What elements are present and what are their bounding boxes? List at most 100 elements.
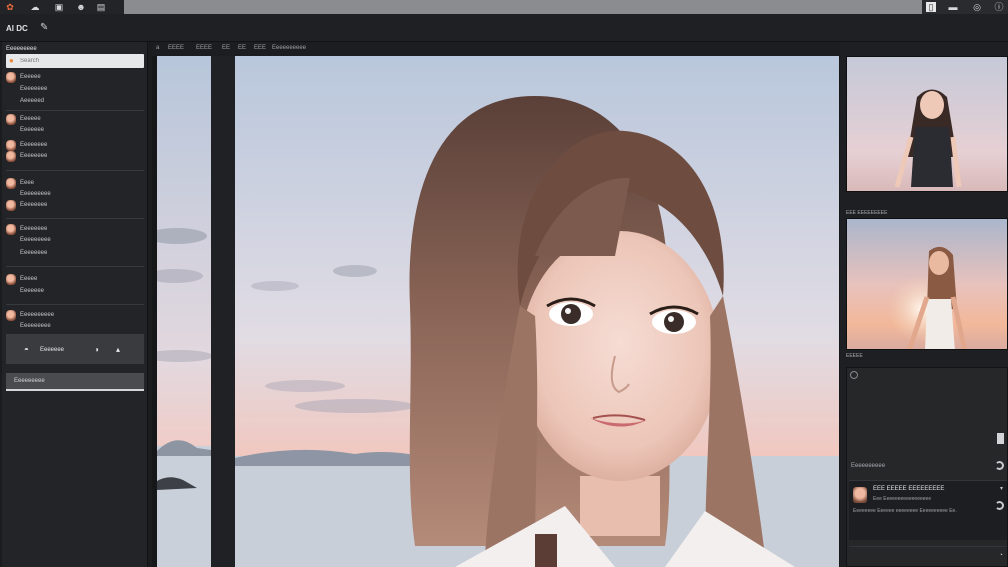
thumbnail: [6, 72, 16, 83]
list-item-label: Eeeeeee: [20, 127, 45, 133]
list-item[interactable]: Eeeeeeee: [6, 84, 144, 95]
filmstrip-preview[interactable]: [157, 56, 211, 567]
list-item[interactable]: Eeeeeeee: [6, 151, 144, 162]
list-item-label: Eeeeeeee: [20, 250, 48, 256]
preview-thumbnail-1[interactable]: [846, 56, 1008, 192]
breadcrumb-item[interactable]: EEE: [254, 45, 266, 51]
list-item[interactable]: Eeeeeeee: [6, 140, 144, 151]
list-item[interactable]: Eeee: [6, 178, 144, 189]
list-item[interactable]: Eeeeeeeee: [6, 235, 144, 246]
top-right-cluster: ▯ ▬ ◎ ⓘ: [922, 0, 1008, 14]
main-toolbar: Al DC ✎: [0, 14, 1008, 42]
people-icon[interactable]: ☻: [76, 2, 86, 12]
toggle-switch[interactable]: [997, 433, 1004, 444]
divider: [6, 266, 144, 267]
app-logo-icon[interactable]: ✿: [5, 2, 15, 12]
panel-footer: ◔: [849, 546, 1007, 564]
search-icon: ●: [9, 56, 14, 65]
list-item[interactable]: Eeeeee: [6, 72, 144, 83]
caption-2: EEEEE: [846, 353, 863, 359]
progress-label: Eeeeeeeeee: [851, 463, 886, 469]
list-item-label: Eeeeeeeeee: [20, 312, 55, 318]
divider: [6, 218, 144, 219]
title-bar: ✿ ☁ ▣ ☻ ▤ ▯ ▬ ◎ ⓘ: [0, 0, 1008, 14]
info-icon[interactable]: ⓘ: [994, 2, 1004, 12]
list-item-label: Eeeeee: [20, 116, 41, 122]
breadcrumb-item[interactable]: EE: [222, 45, 230, 51]
chat-icon[interactable]: ▬: [948, 2, 958, 12]
dial-icon[interactable]: [850, 371, 858, 379]
list-item-label: Eeeeeeee: [20, 226, 48, 232]
list-item-label: Aeeeeed: [20, 98, 45, 104]
loading-spinner-icon: [995, 501, 1004, 510]
list-item[interactable]: Aeeeeed: [6, 96, 144, 107]
breadcrumb-item[interactable]: EE: [238, 45, 246, 51]
list-item-label: Eeeeeeeee: [20, 237, 51, 243]
image-icon[interactable]: ▤: [96, 2, 106, 12]
panel-divider[interactable]: [211, 56, 235, 567]
eye-icon[interactable]: ◓: [24, 345, 29, 354]
sunset-figure-image: [847, 219, 1007, 349]
mask-icon[interactable]: ◑: [94, 345, 99, 354]
list-item[interactable]: Eeeeeee: [6, 125, 144, 136]
thumbnail: [6, 274, 16, 285]
chevron-down-icon[interactable]: ▾: [1000, 485, 1003, 492]
generation-card[interactable]: EEE EEEEE EEEEEEEEE Eee Eeeeeeeeeeeeeeee…: [849, 480, 1007, 540]
list-item[interactable]: Eeeeeee: [6, 286, 144, 297]
top-tab-strip: ✿ ☁ ▣ ☻ ▤: [0, 0, 124, 14]
main-image[interactable]: [235, 56, 839, 567]
divider: [6, 110, 144, 111]
left-panel: Eeeeeeeee ● Eeeeee Eeeeeeee Aeeeeed Eeee…: [2, 42, 148, 567]
card-subtitle: Eee Eeeeeeeeeeeeeeeee: [873, 496, 932, 502]
list-item-label: Eeeeeeee: [20, 86, 48, 92]
list-item-label: Eeeeeeee: [20, 142, 48, 148]
comment-icon[interactable]: ◔: [999, 552, 1003, 559]
list-item[interactable]: Eeeeeeeee: [6, 189, 144, 200]
list-item[interactable]: Eeeeee: [6, 114, 144, 125]
document-icon[interactable]: ▯: [926, 2, 936, 12]
divider: [6, 170, 144, 171]
list-item-label: Eeee: [20, 180, 35, 186]
list-item-label: Eeeeeee: [20, 288, 45, 294]
landscape-thumbnail: [157, 56, 211, 567]
avatar: [853, 487, 867, 503]
app-label: Al DC: [6, 24, 28, 33]
list-item[interactable]: Eeeeeeee: [6, 200, 144, 211]
caption-1: EEE EEEEEEEEE: [846, 210, 888, 216]
thumbnail: [6, 114, 16, 125]
caret-icon[interactable]: ▴: [116, 345, 120, 354]
list-item[interactable]: Eeeeeeeeee: [6, 310, 144, 321]
search-input[interactable]: [20, 55, 140, 67]
breadcrumb-item[interactable]: a: [156, 45, 159, 51]
card-title: EEE EEEEE EEEEEEEEE: [873, 486, 945, 492]
selected-list-item[interactable]: Eeeeeeeee: [6, 373, 144, 391]
divider: [6, 304, 144, 305]
preview-thumbnail-2[interactable]: [846, 218, 1008, 350]
list-item[interactable]: Eeeeeeee: [6, 248, 144, 259]
breadcrumb-item[interactable]: EEEE: [196, 45, 212, 51]
list-item-label: Eeeeeeee: [20, 153, 48, 159]
cloud-icon[interactable]: ☁: [30, 2, 40, 12]
thumbnail: [6, 224, 16, 235]
right-panel: EEE EEEEEEEEE EEEEE Eeeeeeeeee EEE EEEEE…: [840, 42, 1008, 567]
settings-icon[interactable]: ◎: [972, 2, 982, 12]
list-item-label: Eeeeeeee: [20, 202, 48, 208]
brush-icon[interactable]: ✎: [40, 22, 48, 33]
search-box[interactable]: ●: [6, 54, 144, 68]
card-body: Eeeeeeee Eeeeee eeeeeeee Eeeeeeeeee Ee.: [853, 508, 957, 514]
list-item[interactable]: Eeeeeeee: [6, 224, 144, 235]
list-item-label: Eeeeee: [20, 74, 41, 80]
thumbnail: [6, 140, 16, 151]
layers-icon[interactable]: ▣: [54, 2, 64, 12]
selected-item-label: Eeeeeeeee: [14, 378, 45, 384]
breadcrumb-item[interactable]: Eeeeeeeeee: [272, 45, 306, 51]
thumbnail: [6, 200, 16, 211]
active-item-label: Eeeeeee: [40, 347, 65, 353]
standing-figure-image: [847, 57, 1007, 191]
list-item[interactable]: Eeeeeeeee: [6, 321, 144, 332]
active-list-item[interactable]: ◓ Eeeeeee ◑ ▴: [6, 334, 144, 364]
image-canvas[interactable]: [152, 56, 840, 567]
breadcrumb-item[interactable]: EEEE: [168, 45, 184, 51]
list-item[interactable]: Eeeee: [6, 274, 144, 285]
thumbnail: [6, 151, 16, 162]
